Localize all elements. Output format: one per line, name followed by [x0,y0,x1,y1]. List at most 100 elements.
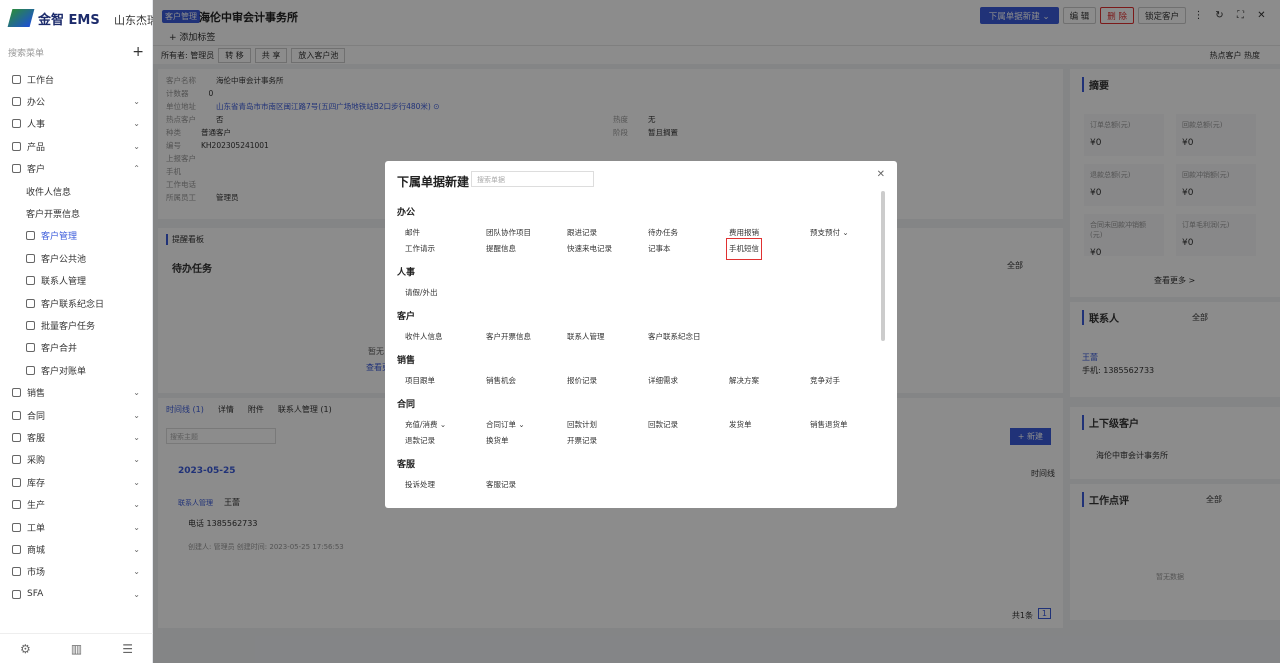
modal-item-cell: 销售机会 [486,373,567,389]
sidebar-item-left: 收件人信息 [26,185,71,198]
merge-icon [26,343,35,353]
modal-item-cell: 合同订单 ⌄ [486,417,567,433]
sidebar-item[interactable]: 客服 ⌄ [0,426,152,448]
modal-search-input[interactable]: 搜索单据 [471,171,594,187]
modal-item[interactable]: 客服记录 [486,477,516,493]
modal-item[interactable]: 团队协作项目 [486,225,531,241]
menu-icon[interactable]: ☰ [122,642,133,656]
sidebar-item[interactable]: 销售 ⌄ [0,381,152,403]
modal-item[interactable]: 收件人信息 [405,329,443,345]
chart-icon[interactable]: ▥ [71,642,82,656]
modal-item[interactable]: 提醒信息 [486,241,516,257]
sidebar-item[interactable]: 客户对账单 [0,359,152,381]
sidebar-item[interactable]: 联系人管理 [0,270,152,292]
chevron-icon: ⌃ [133,164,140,174]
modal-item[interactable]: 充值/消费 ⌄ [405,417,446,433]
modal-item[interactable]: 投诉处理 [405,477,435,493]
modal-item[interactable]: 报价记录 [567,373,597,389]
modal-item[interactable]: 退款记录 [405,433,435,449]
sidebar-item-left: 客户 [12,162,45,175]
modal-item[interactable]: 快速来电记录 [567,241,612,257]
sidebar-item[interactable]: 客户 ⌃ [0,158,152,180]
sidebar-item[interactable]: 人事 ⌄ [0,113,152,135]
modal-item-cell: 客服记录 [486,477,567,493]
modal-item[interactable]: 换货单 [486,433,509,449]
sidebar-item-label: 库存 [27,478,46,489]
modal-item[interactable]: 记事本 [648,241,671,257]
modal-item-cell: 回款记录 [648,417,729,433]
modal-item-cell: 换货单 [486,433,567,449]
modal-item[interactable]: 回款计划 [567,417,597,433]
modal-item-cell: 详细需求 [648,373,729,389]
modal-item[interactable]: 发货单 [729,417,752,433]
service-icon [12,432,21,442]
modal-item[interactable]: 开票记录 [567,433,597,449]
modal-item[interactable]: 客户开票信息 [486,329,531,345]
sidebar-item[interactable]: 客户联系纪念日 [0,292,152,314]
modal-section-title: 客服 [397,460,416,470]
sidebar-item[interactable]: 办公 ⌄ [0,90,152,112]
sidebar-item[interactable]: 合同 ⌄ [0,404,152,426]
modal-section-title: 办公 [397,208,416,218]
sidebar-item-label: 工作台 [27,75,55,86]
statement-icon [26,365,35,375]
chevron-icon: ⌄ [133,589,140,599]
sidebar-item-left: 人事 [12,117,45,130]
sidebar-item[interactable]: 工单 ⌄ [0,516,152,538]
modal-scrollbar[interactable] [881,191,885,341]
modal-item[interactable]: 请假/外出 [405,285,438,301]
sidebar-item[interactable]: 采购 ⌄ [0,449,152,471]
modal-item-cell: 待办任务 [648,225,729,241]
sidebar-item[interactable]: 市场 ⌄ [0,561,152,583]
sidebar-item[interactable]: 客户管理 [0,225,152,247]
sidebar-item-label: 客服 [27,433,46,444]
modal-item[interactable]: 预支预付 ⌄ [810,225,849,241]
sidebar-item-left: 库存 [12,476,45,489]
sidebar-item[interactable]: 商城 ⌄ [0,538,152,560]
modal-item[interactable]: 工作请示 [405,241,435,257]
sidebar-item[interactable]: 库存 ⌄ [0,471,152,493]
modal-section: 办公邮件 团队协作项目 跟进记录 待办任务 费用报销 预支预付 ⌄ 工作请示 提醒信息 快速来电… [397,205,877,260]
sidebar-item[interactable]: 批量客户任务 [0,314,152,336]
chevron-icon: ⌄ [133,455,140,465]
sidebar-item-label: 人事 [27,120,46,131]
sidebar-item[interactable]: 客户合并 [0,337,152,359]
date-icon [26,298,35,308]
modal-item[interactable]: 待办任务 [648,225,678,241]
sidebar-search[interactable]: 搜索菜单 + [8,42,144,62]
sidebar-item-label: 工单 [27,523,46,534]
modal-item[interactable]: 跟进记录 [567,225,597,241]
task-icon [26,320,35,330]
sidebar-item[interactable]: 生产 ⌄ [0,493,152,515]
add-icon[interactable]: + [132,44,144,60]
sidebar-item[interactable]: 收件人信息 [0,180,152,202]
modal-item[interactable]: 销售退货单 [810,417,848,433]
modal-item[interactable]: 客户联系纪念日 [648,329,701,345]
modal-item[interactable]: 回款记录 [648,417,678,433]
close-icon[interactable]: ✕ [877,169,885,180]
chevron-icon: ⌄ [133,477,140,487]
sidebar-item-left: 采购 [12,453,45,466]
modal-item[interactable]: 合同订单 ⌄ [486,417,525,433]
modal-item[interactable]: 详细需求 [648,373,678,389]
modal-item[interactable]: 手机短信 [726,238,762,260]
sidebar: 金智 EMS 搜索菜单 + 工作台 办公 ⌄ 人事 ⌄ 产品 ⌄ 客户 ⌃ 收件人信息 客户开票信息… [0,0,153,663]
settings-icon[interactable]: ⚙ [20,642,31,656]
sidebar-item[interactable]: 客户公共池 [0,247,152,269]
new-sub-doc-modal: 下属单据新建 搜索单据 ✕ 办公 邮件 团队协作项目 跟进记录 待办任务 费用报销 预支预付… [385,161,897,508]
sidebar-item-label: 客户开票信息 [26,210,81,221]
sidebar-item[interactable]: 工作台 [0,68,152,90]
sidebar-item[interactable]: 产品 ⌄ [0,135,152,157]
sidebar-item-label: 客户公共池 [41,254,87,265]
sidebar-item[interactable]: 客户开票信息 [0,202,152,224]
modal-item[interactable]: 费用报销 [729,225,759,241]
chevron-icon: ⌄ [133,500,140,510]
modal-item[interactable]: 解决方案 [729,373,759,389]
modal-item[interactable]: 销售机会 [486,373,516,389]
sidebar-item-label: 采购 [27,456,46,467]
sidebar-item[interactable]: SFA ⌄ [0,583,152,605]
modal-item[interactable]: 竞争对手 [810,373,840,389]
modal-item[interactable]: 项目跟单 [405,373,435,389]
modal-item[interactable]: 邮件 [405,225,420,241]
modal-item[interactable]: 联系人管理 [567,329,605,345]
